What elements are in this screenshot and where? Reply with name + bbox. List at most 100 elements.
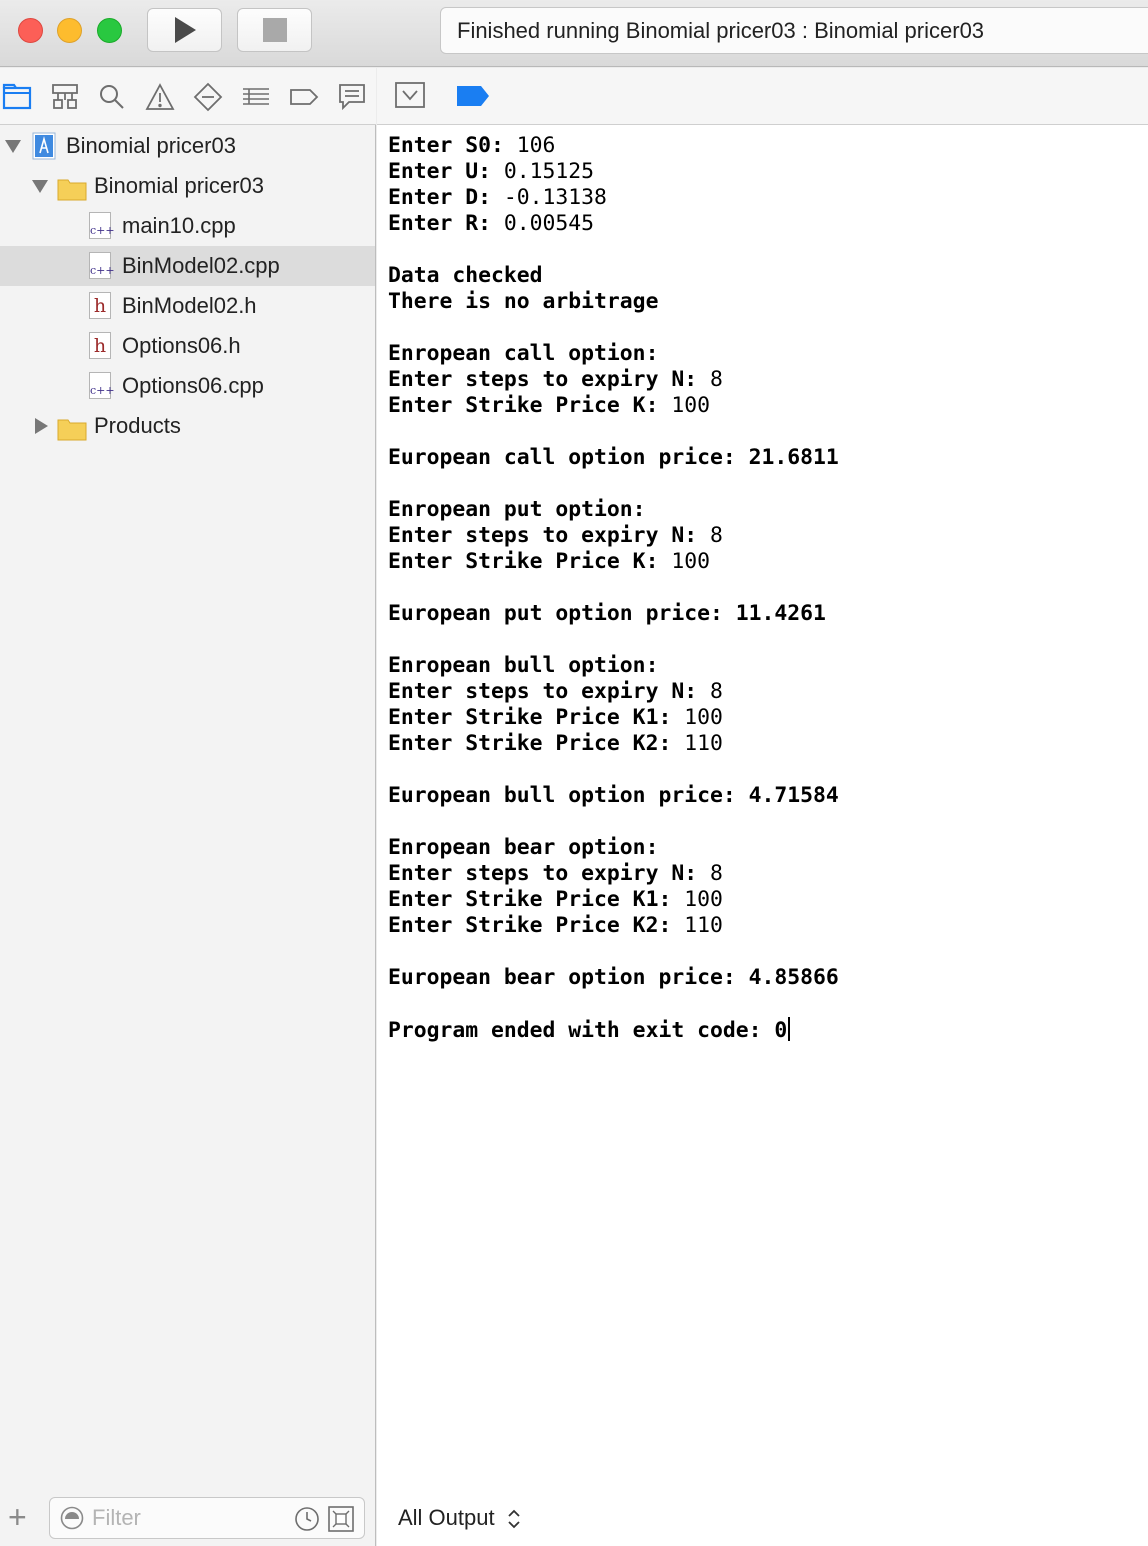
debug-list-icon[interactable] [241, 82, 271, 112]
console-text: Enter Strike Price K1: [388, 887, 685, 912]
folder-icon[interactable] [2, 82, 32, 112]
console-line: European bull option price: 4.71584 [388, 783, 1138, 809]
window-toolbar: Finished running Binomial pricer03 : Bin… [0, 0, 1148, 67]
scm-filter-icon[interactable] [328, 1506, 354, 1532]
tree-row-group[interactable]: Products [0, 406, 375, 446]
console-text: Enter steps to expiry N: [388, 523, 710, 548]
warning-icon[interactable] [145, 82, 175, 112]
breakpoint-icon[interactable] [289, 82, 319, 112]
console-user-input: 100 [671, 549, 710, 574]
console-text: Enter Strike Price K2: [388, 913, 685, 938]
tree-row-label: Binomial pricer03 [94, 173, 264, 198]
console-text: Data checked [388, 263, 543, 288]
console-user-input: 0.15125 [503, 159, 595, 184]
tree-row-file[interactable]: h BinModel02.h [0, 286, 375, 326]
output-filter-popup[interactable]: All Output [398, 1489, 521, 1546]
close-window-button[interactable] [18, 18, 43, 43]
console-text: European put option price: 11.4261 [388, 601, 826, 626]
text-cursor [788, 1017, 791, 1041]
console-line: European bear option price: 4.85866 [388, 965, 1138, 991]
console-text: Enter Strike Price K1: [388, 705, 685, 730]
console-line: Enter U: 0.15125 [388, 159, 1138, 185]
tree-row-file[interactable]: c++ main10.cpp [0, 206, 375, 246]
console-line: Program ended with exit code: 0 [388, 1017, 1138, 1043]
console-text: Enropean bull option: [388, 653, 659, 678]
console-text: There is no arbitrage [388, 289, 659, 314]
console-line: Enter steps to expiry N: 8 [388, 861, 1138, 887]
console-user-input: 100 [684, 705, 723, 730]
console-text: Program ended with exit code: 0 [388, 1018, 788, 1043]
tree-row-label: Options06.cpp [122, 373, 264, 398]
console-user-input: 100 [671, 393, 710, 418]
minimize-window-button[interactable] [57, 18, 82, 43]
disclosure-expanded-icon[interactable] [32, 178, 48, 194]
tree-row-label: Binomial pricer03 [66, 133, 236, 158]
report-icon[interactable] [337, 82, 367, 112]
activity-viewer: Finished running Binomial pricer03 : Bin… [440, 7, 1148, 54]
header-file-icon: h [89, 292, 111, 319]
stop-icon [262, 18, 287, 42]
clock-icon[interactable] [294, 1506, 320, 1532]
console-user-input: 8 [709, 679, 723, 704]
cpp-file-icon: c++ [89, 212, 115, 239]
zoom-window-button[interactable] [97, 18, 122, 43]
tree-row-label: BinModel02.cpp [122, 253, 280, 278]
tree-row-group[interactable]: Binomial pricer03 [0, 166, 375, 206]
disclosure-collapsed-icon[interactable] [33, 418, 49, 434]
console-line: Enropean bull option: [388, 653, 1138, 679]
add-button[interactable]: + [8, 1497, 27, 1537]
console-text: Enter Strike Price K: [388, 393, 672, 418]
file-type-glyph: c++ [90, 384, 115, 397]
test-diamond-icon[interactable] [193, 82, 223, 112]
console-text: European call option price: 21.6811 [388, 445, 839, 470]
hierarchy-icon[interactable] [50, 82, 80, 112]
console-user-input: 100 [684, 887, 723, 912]
tree-row-file[interactable]: c++ Options06.cpp [0, 366, 375, 406]
filter-placeholder: Filter [92, 1505, 141, 1530]
disclosure-expanded-icon[interactable] [5, 138, 21, 154]
output-filter-label: All Output [398, 1505, 495, 1530]
cpp-file-icon: c++ [89, 372, 115, 399]
console-line: Enter S0: 106 [388, 133, 1138, 159]
console-line: Enter Strike Price K: 100 [388, 549, 1138, 575]
debug-toolbar [377, 68, 1148, 125]
console-line: There is no arbitrage [388, 289, 1138, 315]
console-text: Enter Strike Price K2: [388, 731, 685, 756]
console-text: Enter steps to expiry N: [388, 679, 710, 704]
console-user-input: 8 [709, 523, 723, 548]
console-line: European put option price: 11.4261 [388, 601, 1138, 627]
console-line: Enter Strike Price K: 100 [388, 393, 1138, 419]
tree-row-label: Products [94, 413, 181, 438]
console-output[interactable]: Enter S0: 106 Enter U: 0.15125 Enter D: -0… [388, 133, 1138, 1043]
tree-row-project[interactable]: Binomial pricer03 [0, 126, 375, 166]
console-text: European bear option price: 4.85866 [388, 965, 839, 990]
run-button[interactable] [147, 8, 222, 52]
tree-row-file[interactable]: h Options06.h [0, 326, 375, 366]
console-user-input: 110 [684, 913, 723, 938]
filter-input[interactable]: Filter [49, 1497, 365, 1539]
play-icon [174, 17, 196, 43]
console-user-input: 8 [709, 367, 723, 392]
console-line: Enter D: -0.13138 [388, 185, 1138, 211]
tree-row-file-selected[interactable]: c++ BinModel02.cpp [0, 246, 375, 286]
console-line: Enropean put option: [388, 497, 1138, 523]
console-line: Enter R: 0.00545 [388, 211, 1138, 237]
console-line: Enter Strike Price K2: 110 [388, 731, 1138, 757]
tree-row-label: main10.cpp [122, 213, 236, 238]
hide-debug-area-icon[interactable] [395, 82, 425, 108]
breakpoints-toggle-icon[interactable] [457, 86, 489, 106]
console-text: Enter steps to expiry N: [388, 367, 710, 392]
tree-row-label: Options06.h [122, 333, 241, 358]
console-line: Enter steps to expiry N: 8 [388, 523, 1138, 549]
stop-button[interactable] [237, 8, 312, 52]
up-down-chevron-icon [508, 1509, 520, 1529]
cpp-file-icon: c++ [89, 252, 115, 279]
search-icon[interactable] [97, 82, 127, 112]
